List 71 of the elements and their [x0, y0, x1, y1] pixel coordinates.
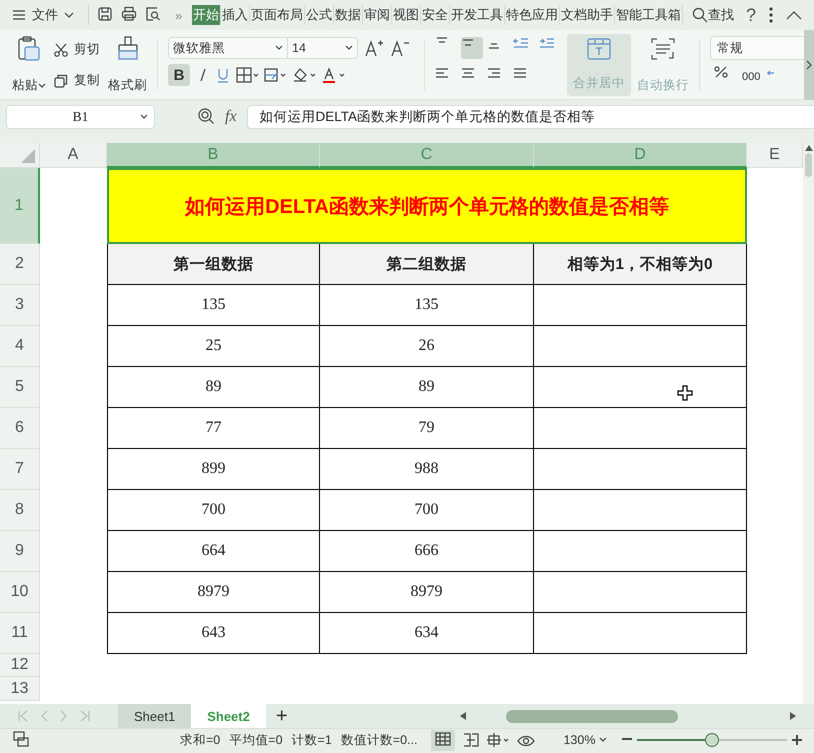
format-painter-button[interactable]: 格式刷: [108, 77, 147, 94]
row-header[interactable]: 4: [0, 326, 40, 367]
paste-button[interactable]: 粘贴: [12, 77, 46, 94]
thousands-separator-button[interactable]: 000: [742, 71, 760, 83]
formula-input[interactable]: 如何运用DELTA函数来判断两个单元格的数值是否相等: [246, 105, 814, 129]
row-header[interactable]: 13: [0, 677, 40, 701]
status-text: 计数=1: [292, 732, 332, 748]
row-header[interactable]: 6: [0, 408, 40, 449]
ribbon-tab[interactable]: 数据: [334, 5, 364, 25]
copy-button[interactable]: 复制: [54, 72, 100, 89]
table-cell: 700: [107, 490, 320, 531]
name-box[interactable]: B1: [6, 105, 155, 129]
row-header[interactable]: 10: [0, 572, 40, 613]
table-cell: 664: [107, 531, 320, 572]
table-cell: 135: [107, 285, 320, 326]
row-header[interactable]: 12: [0, 654, 40, 677]
ribbon-tab[interactable]: 开发工具: [450, 5, 506, 25]
cut-button[interactable]: 剪切: [54, 41, 100, 58]
status-text: 求和=0: [180, 732, 220, 748]
ribbon-tab[interactable]: 特色应用: [505, 5, 560, 25]
row-header[interactable]: 5: [0, 367, 40, 408]
table-cell: 8979: [107, 572, 320, 613]
ribbon-tab[interactable]: 智能工具箱: [615, 5, 684, 25]
table-cell: 988: [320, 449, 534, 490]
ribbon-tab[interactable]: 安全: [421, 5, 450, 25]
font-size-dropdown[interactable]: 14: [288, 37, 358, 59]
status-text: 平均值=0: [229, 732, 283, 748]
table-cell: 8979: [320, 572, 534, 613]
font-name-dropdown[interactable]: 微软雅黑: [168, 37, 288, 59]
row-header[interactable]: 11: [0, 613, 40, 654]
table-cell: 899: [107, 449, 320, 490]
ribbon-tab[interactable]: 页面布局: [250, 5, 306, 25]
title-cell: 如何运用DELTA函数来判断两个单元格的数值是否相等: [107, 168, 747, 244]
ribbon-tab[interactable]: 视图: [392, 5, 422, 25]
ribbon-tab[interactable]: 文档助手: [560, 5, 616, 25]
sheet-tab[interactable]: Sheet2: [191, 704, 266, 728]
sheet-tab[interactable]: Sheet1: [118, 704, 192, 728]
ribbon-tab[interactable]: 开始: [192, 5, 222, 25]
row-header[interactable]: 3: [0, 285, 40, 326]
help-button[interactable]: ?: [746, 4, 756, 26]
zoom-level-dropdown[interactable]: 130%: [563, 733, 608, 747]
row-header[interactable]: 9: [0, 531, 40, 572]
bold-button[interactable]: B: [168, 64, 190, 86]
table-cell: 89: [107, 367, 320, 408]
table-cell: 643: [107, 613, 320, 654]
ribbon-tab[interactable]: 插入: [221, 5, 250, 25]
row-header[interactable]: 7: [0, 449, 40, 490]
table-cell: 89: [320, 367, 534, 408]
table-cell: 666: [320, 531, 534, 572]
table-cell: 135: [320, 285, 534, 326]
row-header[interactable]: 8: [0, 490, 40, 531]
column-header[interactable]: E: [747, 143, 803, 168]
search-button[interactable]: 查找: [692, 6, 734, 24]
column-header[interactable]: A: [40, 143, 107, 168]
table-cell: 77: [107, 408, 320, 449]
table-cell: 700: [320, 490, 534, 531]
table-cell: 26: [320, 326, 534, 367]
row-header[interactable]: 2: [0, 244, 40, 285]
header-cell: 相等为1，不相等为0: [534, 244, 747, 285]
ribbon-tab[interactable]: 公式: [305, 5, 334, 25]
header-cell: 第一组数据: [107, 244, 320, 285]
add-sheet-button[interactable]: +: [276, 704, 288, 728]
number-format-dropdown[interactable]: 常规: [710, 36, 804, 60]
function-label[interactable]: fx: [225, 108, 237, 126]
table-cell: 79: [320, 408, 534, 449]
ribbon-tab[interactable]: 审阅: [363, 5, 392, 25]
table-cell: 634: [320, 613, 534, 654]
status-text: 数值计数=0...: [340, 732, 418, 748]
header-cell: 第二组数据: [320, 244, 534, 285]
table-cell: 25: [107, 326, 320, 367]
file-menu[interactable]: 文件: [0, 3, 80, 27]
